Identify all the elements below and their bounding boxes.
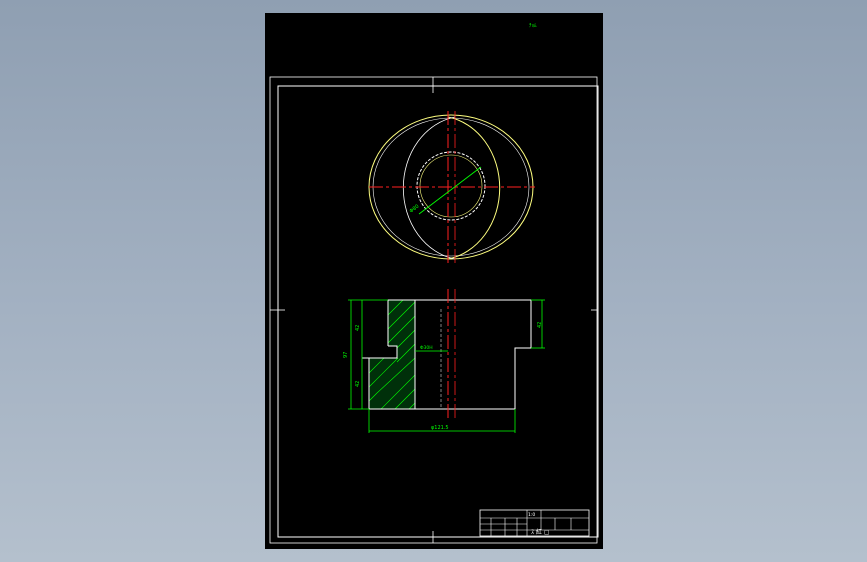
diameter-label: Φ80 (409, 203, 421, 214)
diameter-dimension-line (418, 166, 482, 215)
upper-step-dimension-label: 42 (355, 325, 361, 331)
inner-border (277, 85, 599, 538)
cad-drawing-canvas: ﾁｮﾑ Φ80 97 42 42 42 Φ30H φ121.5 1:0 ｽ 紅 … (269, 23, 599, 544)
right-height-dimension-label: 42 (537, 322, 543, 328)
drawing-sheet: ﾁｮﾑ Φ80 97 42 42 42 Φ30H φ121.5 1:0 ｽ 紅 … (265, 13, 603, 549)
bottom-diameter-dimension-label: φ121.5 (431, 425, 449, 431)
corner-note: ﾁｮﾑ (529, 23, 537, 29)
bore-circle (416, 151, 486, 221)
title-block: 1:0 ｽ 紅 ▢ (479, 509, 590, 537)
lower-step-dimension-label: 42 (355, 381, 361, 387)
intersection-arc-right (447, 116, 501, 260)
bore-dimension-label: Φ30H (420, 345, 433, 351)
outer-border (269, 76, 598, 544)
bore-circle-inner (419, 154, 483, 218)
title-block-scale: 1:0 (528, 512, 535, 518)
section-hatch-fill (369, 300, 415, 409)
title-block-part-name: ｽ 紅 ▢ (531, 528, 549, 536)
intersection-arc-left (402, 116, 456, 260)
section-view: 97 42 42 42 Φ30H φ121.5 (343, 289, 545, 433)
top-view: Φ80 (368, 111, 535, 263)
height-dimension-label: 97 (343, 352, 349, 358)
